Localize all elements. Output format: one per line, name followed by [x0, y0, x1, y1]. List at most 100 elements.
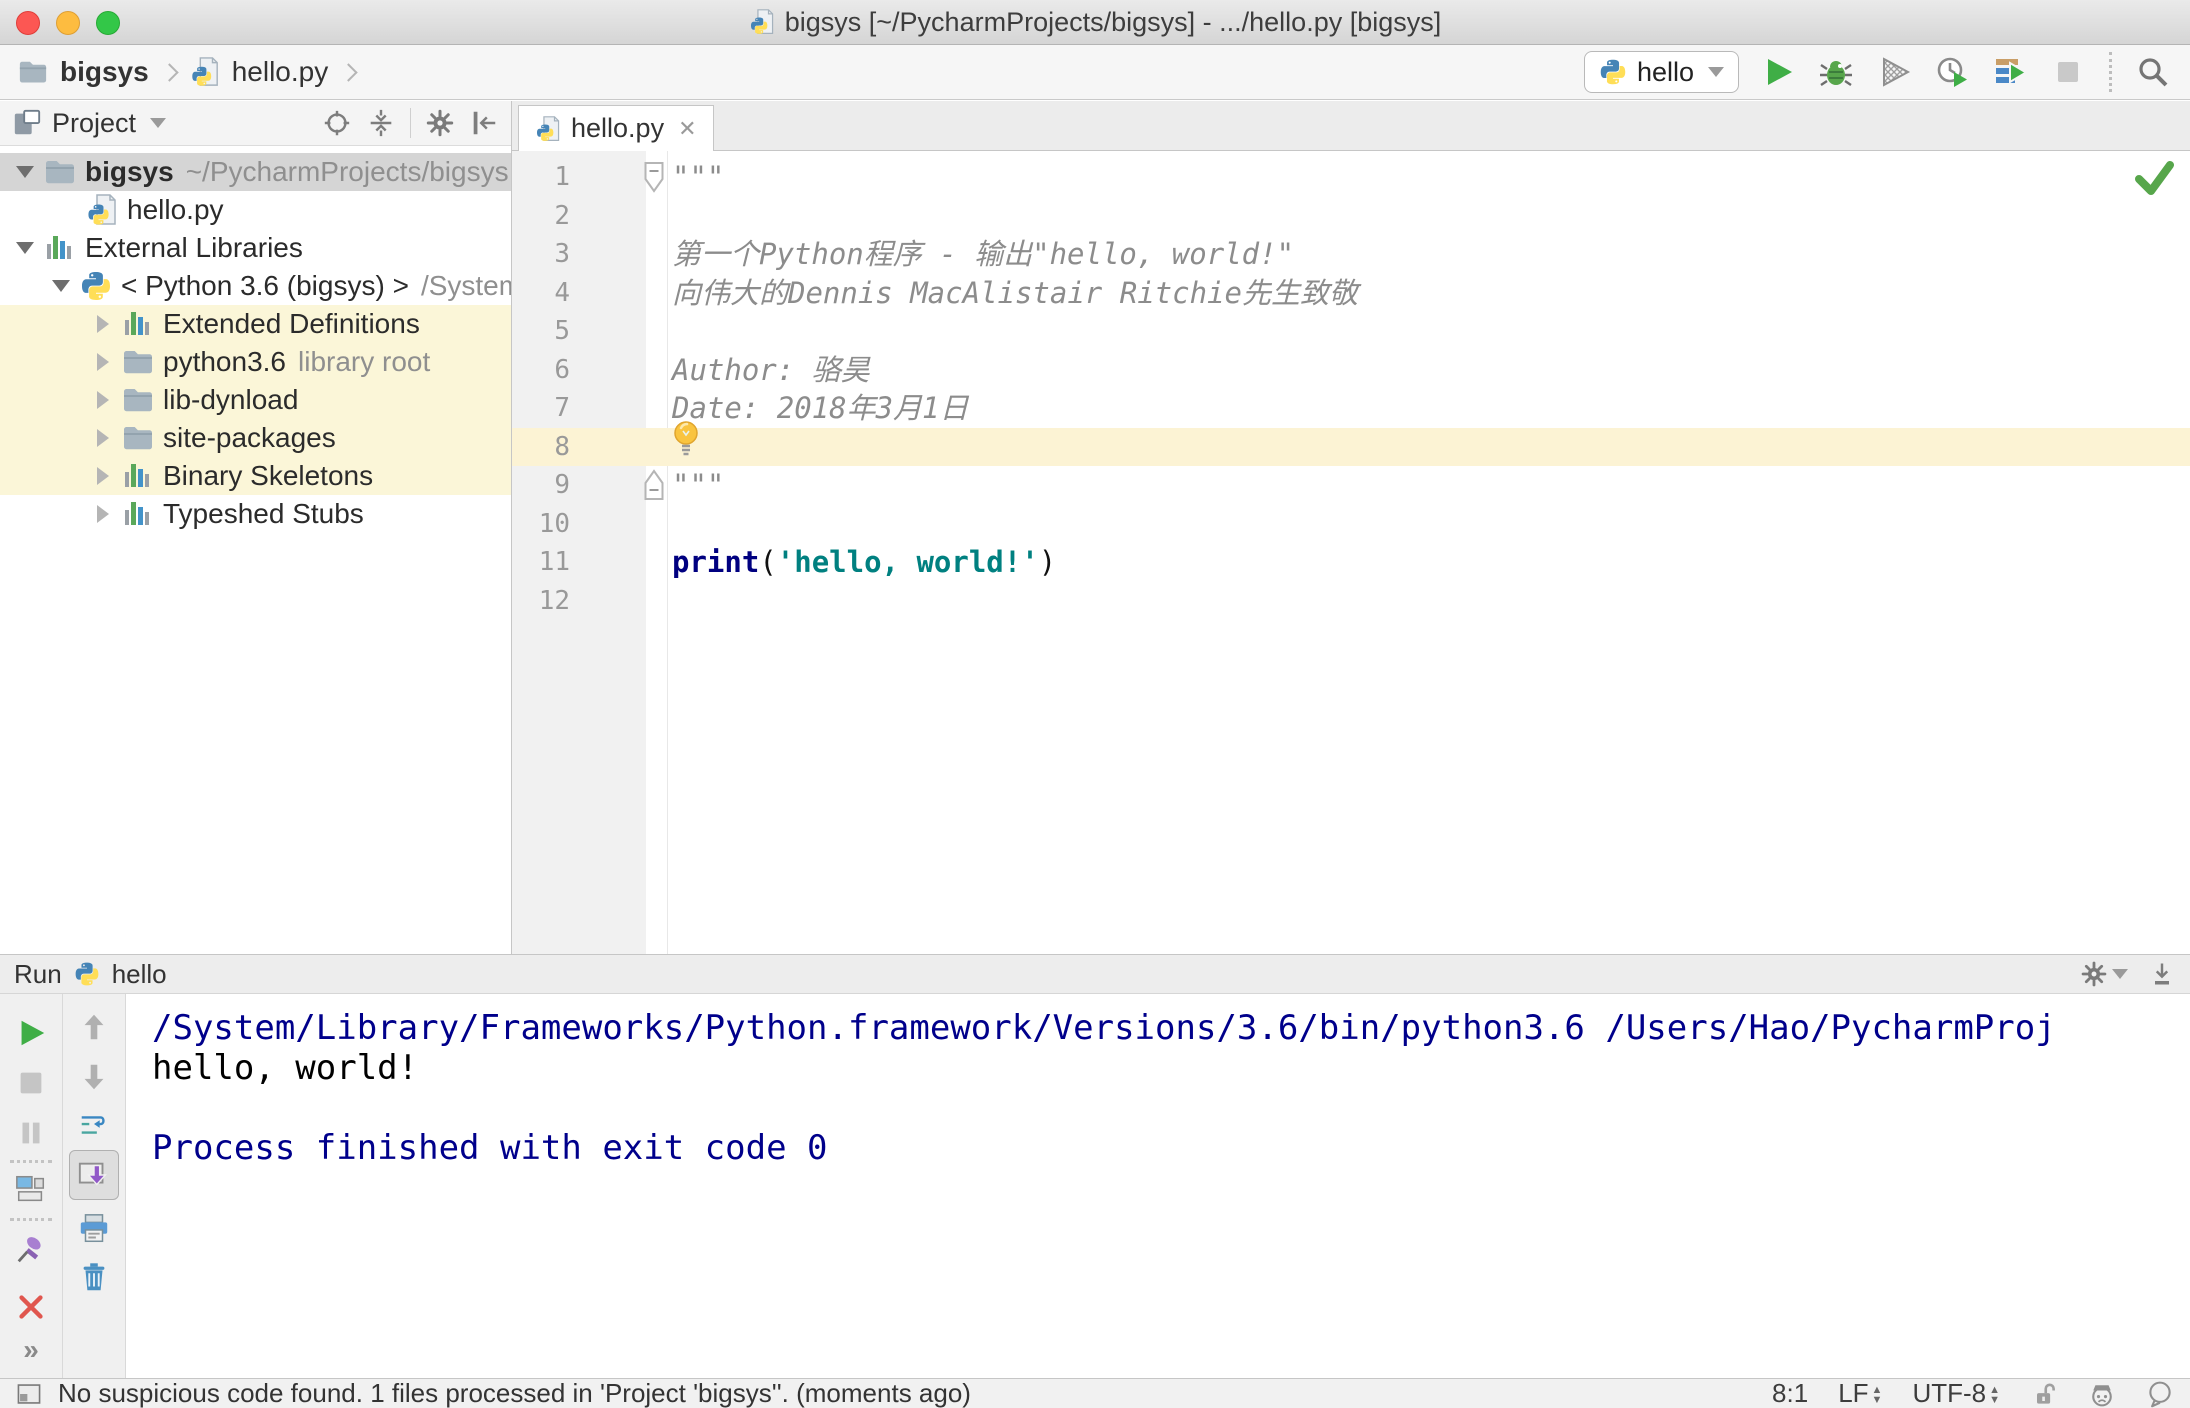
run-settings-button[interactable] — [2080, 960, 2128, 988]
chevron-down-icon[interactable] — [6, 242, 44, 254]
rerun-button[interactable] — [14, 1016, 48, 1050]
tree-item-extended-definitions[interactable]: Extended Definitions — [0, 305, 511, 343]
editor-line-8[interactable]: 8 — [512, 427, 2190, 466]
debug-button[interactable] — [1817, 53, 1855, 91]
tree-item-label: bigsys — [85, 156, 174, 187]
minimize-window-button[interactable] — [56, 11, 80, 35]
pause-output-button[interactable] — [14, 1116, 48, 1150]
chevron-right-icon[interactable] — [84, 353, 122, 371]
tree-item-typeshed-stubs[interactable]: Typeshed Stubs — [0, 495, 511, 533]
library-icon — [44, 232, 76, 264]
clear-console-button[interactable] — [77, 1260, 111, 1294]
intention-bulb-icon[interactable] — [668, 419, 704, 461]
print-button[interactable] — [77, 1212, 111, 1246]
editor-line-5[interactable]: 5 — [512, 312, 2190, 351]
tab-hello-py[interactable]: hello.py ✕ — [518, 105, 714, 151]
stop-icon — [2058, 62, 2078, 82]
editor-line-9[interactable]: 9 """ — [512, 466, 2190, 505]
pin-icon — [17, 1237, 41, 1263]
editor-line-2[interactable]: 2 — [512, 197, 2190, 236]
tree-item-hello-py[interactable]: hello.py — [0, 191, 511, 229]
prev-occurrence-button[interactable] — [77, 1010, 111, 1044]
event-log-bubble-icon[interactable] — [2146, 1380, 2174, 1408]
chevron-down-icon[interactable] — [6, 166, 44, 178]
profiler-button[interactable] — [1933, 53, 1971, 91]
stop-icon — [20, 1072, 42, 1094]
tree-item-python-3-6-bigsys[interactable]: < Python 3.6 (bigsys) > /System — [0, 267, 511, 305]
tree-item-python3-6[interactable]: python3.6 library root — [0, 343, 511, 381]
tree-item-external-libraries[interactable]: External Libraries — [0, 229, 511, 267]
concurrency-diagram-button[interactable] — [1991, 53, 2029, 91]
soft-wrap-button[interactable] — [77, 1108, 111, 1142]
breadcrumb-project[interactable]: bigsys — [60, 56, 149, 88]
editor-line-3[interactable]: 3 第一个Python程序 - 输出"hello, world!" — [512, 235, 2190, 274]
editor-line-7[interactable]: 7 Date: 2018年3月1日 — [512, 389, 2190, 428]
more-actions-button[interactable]: » — [23, 1334, 39, 1366]
inspector-profile-icon[interactable] — [2088, 1380, 2116, 1408]
chevron-right-icon[interactable] — [84, 391, 122, 409]
run-configuration-select[interactable]: hello — [1583, 51, 1739, 93]
run-button[interactable] — [1759, 53, 1797, 91]
editor-line-4[interactable]: 4 向伟大的Dennis MacAlistair Ritchie先生致敬 — [512, 274, 2190, 313]
code-segment: 向伟大的Dennis MacAlistair Ritchie先生致敬 — [672, 275, 1358, 310]
code-editor[interactable]: 1 """ 2 3 第一个Python程序 - 输出"hello, world!" 4 向伟… — [512, 151, 2190, 954]
search-icon — [2139, 58, 2168, 87]
unlock-icon[interactable] — [2030, 1380, 2058, 1408]
pin-tab-button[interactable] — [14, 1232, 48, 1266]
inspection-ok-check-icon[interactable] — [2132, 157, 2176, 197]
editor-line-12[interactable]: 12 — [512, 582, 2190, 621]
python-icon — [80, 270, 112, 302]
breadcrumb-file[interactable]: hello.py — [232, 56, 329, 88]
run-with-coverage-button[interactable] — [1875, 53, 1913, 91]
stop-process-button[interactable] — [14, 1066, 48, 1100]
run-tab-label[interactable]: hello — [112, 959, 167, 990]
tree-item-lib-dynload[interactable]: lib-dynload — [0, 381, 511, 419]
tree-item-site-packages[interactable]: site-packages — [0, 419, 511, 457]
run-configuration-name: hello — [1636, 56, 1694, 87]
caret-position[interactable]: 8:1 — [1772, 1378, 1808, 1408]
show-console-button[interactable] — [14, 1172, 48, 1206]
run-console-output[interactable]: /System/Library/Frameworks/Python.framew… — [126, 994, 2190, 1378]
run-panel-body: » /System/Library/Frameworks/Python.fram… — [0, 994, 2190, 1378]
editor-line-1[interactable]: 1 """ — [512, 158, 2190, 197]
locate-icon[interactable] — [322, 108, 352, 138]
zoom-window-button[interactable] — [96, 11, 120, 35]
editor-line-6[interactable]: 6 Author: 骆昊 — [512, 351, 2190, 390]
chevron-right-icon[interactable] — [84, 467, 122, 485]
close-run-panel-button[interactable] — [14, 1290, 48, 1324]
gear-icon[interactable] — [425, 108, 455, 138]
editor-line-10[interactable]: 10 — [512, 505, 2190, 544]
encoding-select[interactable]: UTF-8 ▲ ▼ — [1912, 1378, 2000, 1408]
hide-panel-icon[interactable] — [469, 108, 499, 138]
line-number: 10 — [538, 508, 570, 539]
toolbar-separator — [410, 108, 411, 138]
stop-button[interactable] — [2049, 53, 2087, 91]
tool-window-toggle-icon[interactable] — [16, 1381, 42, 1407]
chevron-right-icon[interactable] — [84, 315, 122, 333]
chevron-right-icon[interactable] — [84, 505, 122, 523]
chevron-down-icon[interactable] — [150, 118, 167, 128]
project-panel-header: Project — [0, 101, 511, 146]
tree-item-bigsys[interactable]: bigsys ~/PycharmProjects/bigsys — [0, 153, 511, 191]
fold-marker-down-icon[interactable] — [642, 161, 666, 193]
close-window-button[interactable] — [16, 11, 40, 35]
project-panel-title[interactable]: Project — [52, 108, 136, 139]
navigation-bar: bigsys hello.py hello — [0, 45, 2190, 100]
collapse-all-icon[interactable] — [366, 108, 396, 138]
run-panel-title[interactable]: Run — [14, 959, 62, 990]
fold-marker-up-icon[interactable] — [642, 469, 666, 501]
chevron-down-icon[interactable] — [42, 280, 80, 292]
editor-line-11[interactable]: 11 print('hello, world!') — [512, 543, 2190, 582]
tree-item-binary-skeletons[interactable]: Binary Skeletons — [0, 457, 511, 495]
hide-tool-window-icon[interactable] — [2148, 960, 2176, 988]
close-tab-icon[interactable]: ✕ — [678, 116, 696, 142]
line-separator-select[interactable]: LF ▲ ▼ — [1838, 1378, 1882, 1408]
status-message[interactable]: No suspicious code found. 1 files proces… — [58, 1378, 971, 1408]
scroll-to-end-button[interactable] — [69, 1150, 119, 1200]
tree-item-label: < Python 3.6 (bigsys) > — [121, 270, 409, 301]
chevron-updown-icon: ▲ ▼ — [1871, 1384, 1883, 1407]
search-everywhere-button[interactable] — [2134, 53, 2172, 91]
chevron-right-icon[interactable] — [84, 429, 122, 447]
next-occurrence-button[interactable] — [77, 1060, 111, 1094]
